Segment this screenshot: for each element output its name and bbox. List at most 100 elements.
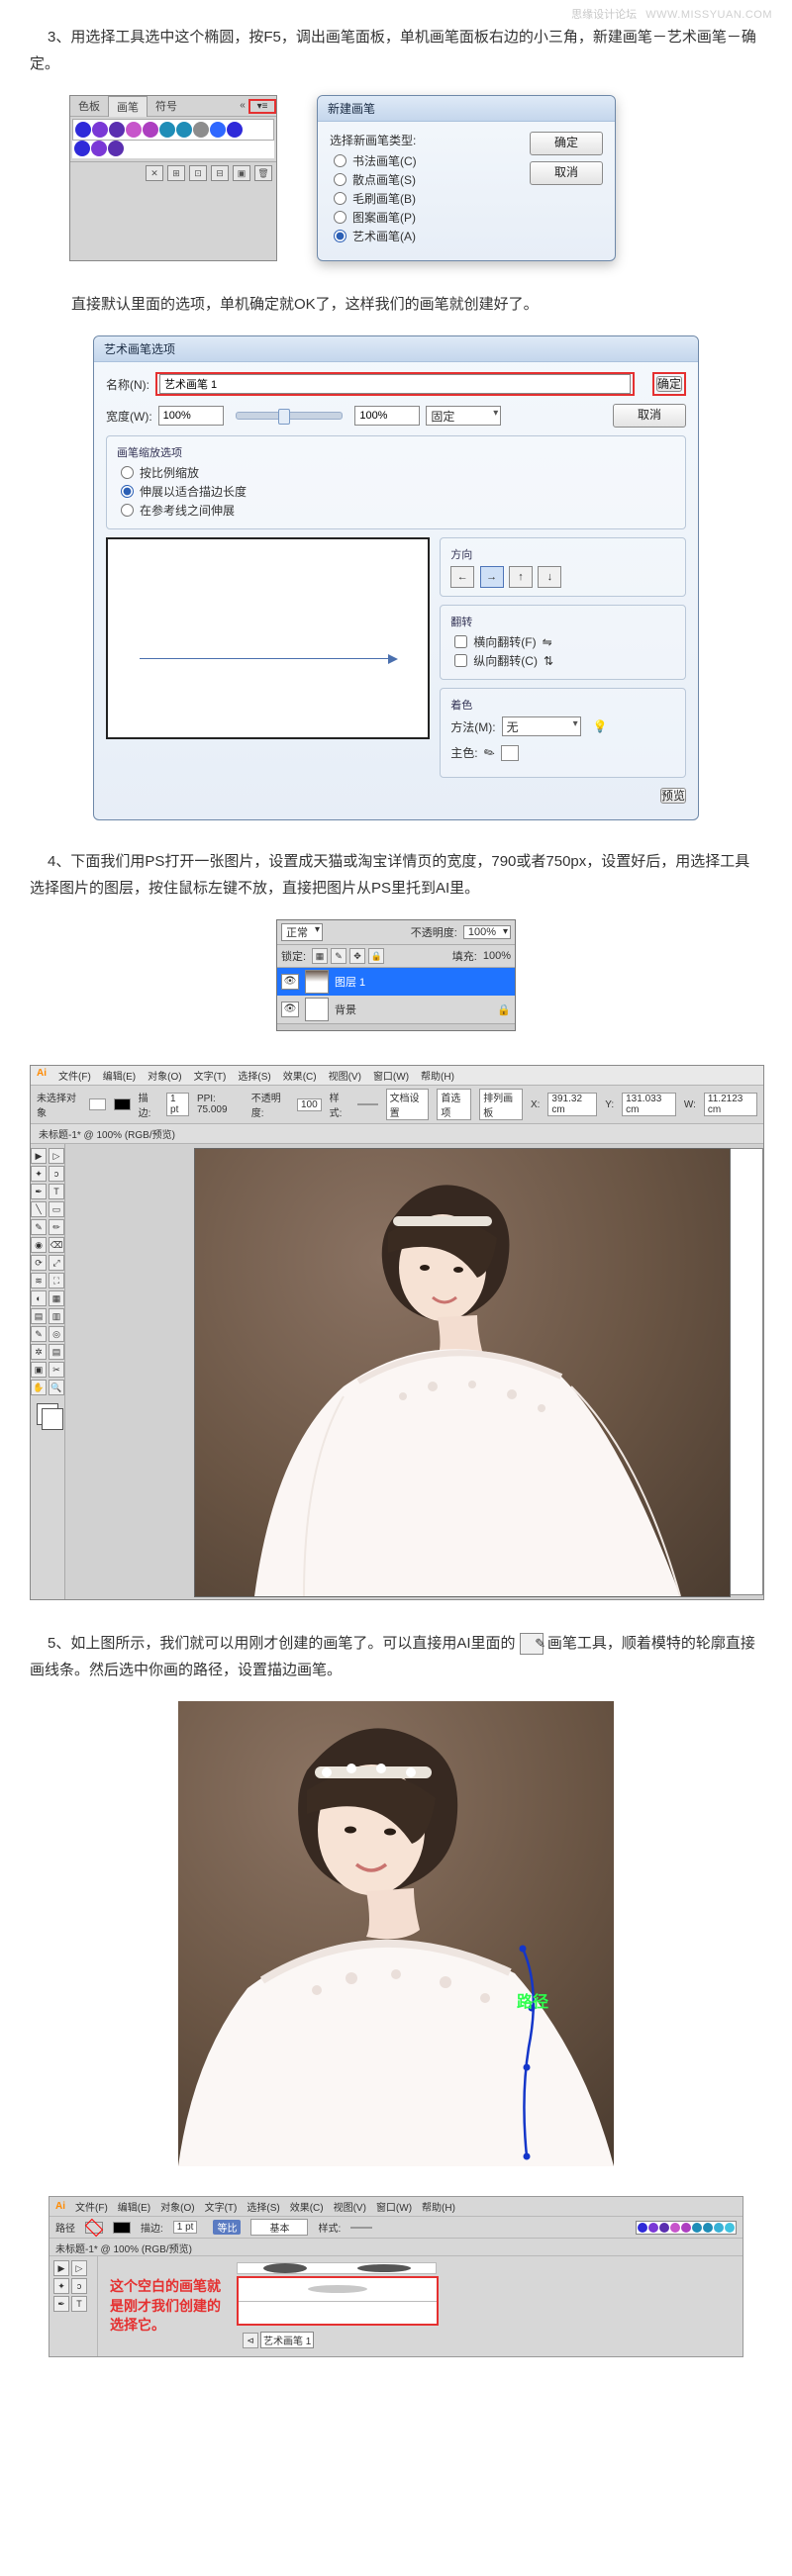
radio-scatter[interactable]: 散点画笔(S): [334, 171, 520, 188]
width-input[interactable]: [158, 406, 224, 426]
lasso-tool-icon[interactable]: ɔ: [71, 2278, 87, 2294]
line-tool-icon[interactable]: ╲: [31, 1201, 47, 1217]
free-transform-tool-icon[interactable]: ⛶: [49, 1273, 64, 1288]
opacity-input[interactable]: 100: [297, 1098, 322, 1111]
tab-brushes[interactable]: 画笔: [108, 96, 148, 117]
menu-object[interactable]: 对象(O): [160, 2199, 194, 2214]
blob-brush-tool-icon[interactable]: ◉: [31, 1237, 47, 1253]
brush-swatch[interactable]: [670, 2223, 680, 2233]
brush-swatch[interactable]: [176, 122, 192, 138]
eraser-tool-icon[interactable]: ⌫: [49, 1237, 64, 1253]
panel-icon[interactable]: ⊟: [211, 165, 229, 181]
fill-swatch[interactable]: [89, 1098, 106, 1110]
dir-right-button[interactable]: →: [480, 566, 504, 588]
doc-tab[interactable]: 未标题-1* @ 100% (RGB/预览): [55, 2241, 192, 2255]
width-mode-select[interactable]: 固定: [426, 406, 501, 426]
doc-setup-button[interactable]: 文档设置: [386, 1089, 430, 1120]
pencil-tool-icon[interactable]: ✏: [49, 1219, 64, 1235]
hand-tool-icon[interactable]: ✋: [31, 1380, 47, 1395]
stroke-swatch[interactable]: [113, 2222, 131, 2234]
menu-type[interactable]: 文字(T): [205, 2199, 238, 2214]
stroke-weight-input[interactable]: 1 pt: [173, 2221, 198, 2234]
magic-wand-tool-icon[interactable]: ✦: [31, 1166, 47, 1182]
blend-tool-icon[interactable]: ◎: [49, 1326, 64, 1342]
dir-left-button[interactable]: ←: [450, 566, 474, 588]
graph-tool-icon[interactable]: ▤: [49, 1344, 64, 1360]
x-input[interactable]: 391.32 cm: [547, 1093, 597, 1116]
brush-swatch[interactable]: [109, 122, 125, 138]
brush-swatch[interactable]: [108, 141, 124, 156]
magic-wand-tool-icon[interactable]: ✦: [53, 2278, 69, 2294]
radio-scale-guides[interactable]: 在参考线之间伸展: [121, 502, 675, 519]
lock-all-icon[interactable]: 🔒: [368, 948, 384, 964]
menu-effect[interactable]: 效果(C): [290, 2199, 324, 2214]
menu-object[interactable]: 对象(O): [148, 1068, 181, 1083]
visibility-icon[interactable]: 👁: [281, 1002, 299, 1017]
scale-tool-icon[interactable]: ⤢: [49, 1255, 64, 1271]
flip-v-checkbox[interactable]: 纵向翻转(C) ⇅: [454, 652, 675, 669]
brush-swatch[interactable]: [725, 2223, 735, 2233]
opacity-input[interactable]: 100%: [463, 925, 511, 939]
panel-icon[interactable]: ⊡: [189, 165, 207, 181]
brush-swatch[interactable]: [92, 122, 108, 138]
menu-edit[interactable]: 编辑(E): [103, 1068, 136, 1083]
menu-view[interactable]: 视图(V): [334, 2199, 366, 2214]
radio-art[interactable]: 艺术画笔(A): [334, 228, 520, 244]
empty-brush-slot[interactable]: [237, 2276, 439, 2326]
brush-def-select[interactable]: 基本: [250, 2219, 308, 2236]
preview-button[interactable]: 预览: [660, 788, 686, 804]
tab-swatches[interactable]: 色板: [70, 96, 108, 116]
type-tool-icon[interactable]: T: [49, 1184, 64, 1199]
brush-name-input[interactable]: [159, 374, 631, 394]
layer-row-selected[interactable]: 👁 图层 1: [277, 968, 515, 996]
menu-select[interactable]: 选择(S): [238, 1068, 270, 1083]
doc-tab[interactable]: 未标题-1* @ 100% (RGB/预览): [31, 1124, 763, 1144]
radio-bristle[interactable]: 毛刷画笔(B): [334, 190, 520, 207]
brush-swatch[interactable]: [659, 2223, 669, 2233]
cancel-button[interactable]: 取消: [613, 404, 686, 428]
brush-swatch[interactable]: [193, 122, 209, 138]
brush-swatch[interactable]: [143, 122, 158, 138]
stroke-swatch[interactable]: [114, 1098, 131, 1110]
dir-down-button[interactable]: ↓: [538, 566, 561, 588]
uniform-button[interactable]: 等比: [213, 2220, 241, 2235]
menu-file[interactable]: 文件(F): [75, 2199, 108, 2214]
new-brush-icon[interactable]: ▣: [233, 165, 250, 181]
panel-collapse-icon[interactable]: «: [237, 100, 248, 112]
pen-tool-icon[interactable]: ✒: [53, 2296, 69, 2312]
brush-swatch[interactable]: [75, 122, 91, 138]
zoom-tool-icon[interactable]: 🔍: [49, 1380, 64, 1395]
direct-select-tool-icon[interactable]: ▷: [71, 2260, 87, 2276]
slice-tool-icon[interactable]: ✂: [49, 1362, 64, 1378]
perspective-tool-icon[interactable]: ▦: [49, 1290, 64, 1306]
key-color-well[interactable]: [501, 745, 519, 761]
artboard-tool-icon[interactable]: ▣: [31, 1362, 47, 1378]
style-swatch[interactable]: [350, 2227, 372, 2229]
lock-pixels-icon[interactable]: ✎: [331, 948, 346, 964]
direct-select-tool-icon[interactable]: ▷: [49, 1148, 64, 1164]
ok-button[interactable]: 确定: [530, 132, 603, 155]
rect-tool-icon[interactable]: ▭: [49, 1201, 64, 1217]
gradient-tool-icon[interactable]: ▥: [49, 1308, 64, 1324]
ai-canvas[interactable]: [65, 1144, 763, 1599]
layer-row-background[interactable]: 👁 背景 🔒: [277, 996, 515, 1023]
menu-edit[interactable]: 编辑(E): [118, 2199, 150, 2214]
style-swatch[interactable]: [357, 1103, 378, 1105]
menu-effect[interactable]: 效果(C): [283, 1068, 317, 1083]
brush-swatch[interactable]: [692, 2223, 702, 2233]
visibility-icon[interactable]: 👁: [281, 974, 299, 990]
brush-swatch[interactable]: [74, 141, 90, 156]
brush-swatch[interactable]: [638, 2223, 647, 2233]
rotate-tool-icon[interactable]: ⟳: [31, 1255, 47, 1271]
dir-up-button[interactable]: ↑: [509, 566, 533, 588]
panel-menu-icon[interactable]: ▾≡: [248, 99, 276, 114]
brush-swatch[interactable]: [126, 122, 142, 138]
panel-icon[interactable]: ✕: [146, 165, 163, 181]
pen-tool-icon[interactable]: ✒: [31, 1184, 47, 1199]
ok-button[interactable]: 确定: [656, 376, 682, 392]
placed-image[interactable]: [194, 1148, 731, 1597]
mesh-tool-icon[interactable]: ▤: [31, 1308, 47, 1324]
radio-scale-stretch[interactable]: 伸展以适合描边长度: [121, 483, 675, 500]
shape-builder-tool-icon[interactable]: ◐: [31, 1290, 47, 1306]
eyedropper-icon[interactable]: ✎: [480, 743, 497, 762]
